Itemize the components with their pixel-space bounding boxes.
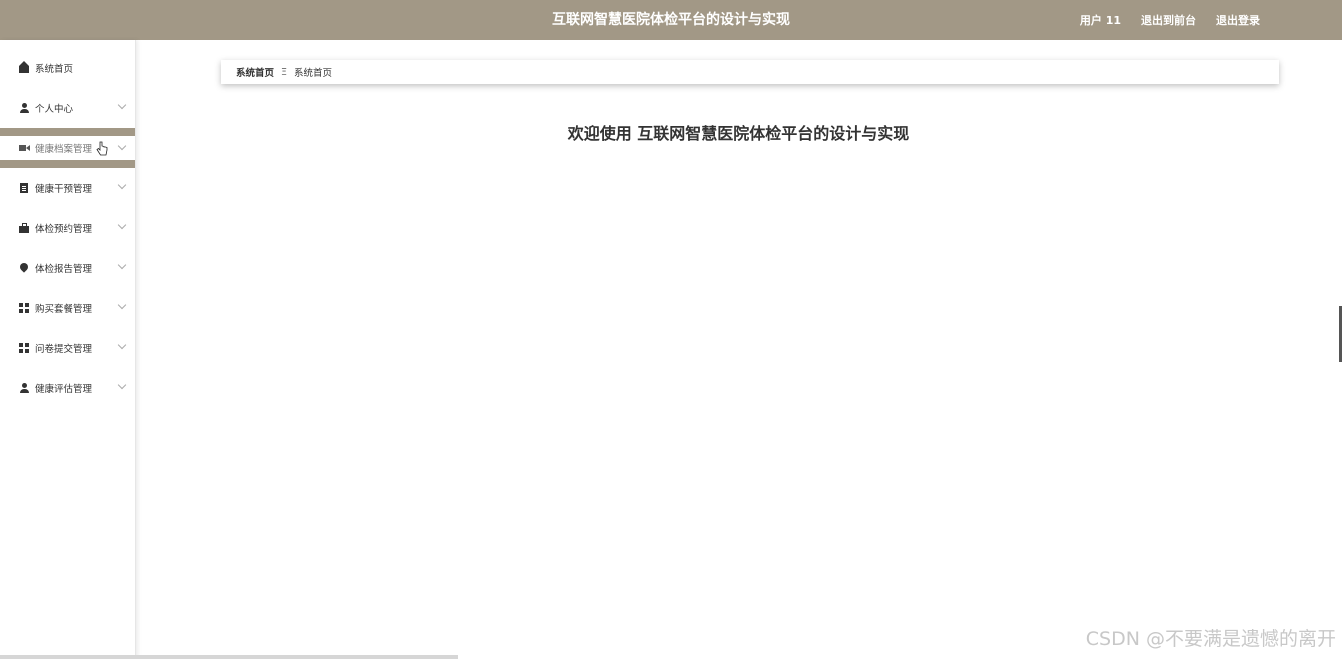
chevron-down-icon <box>117 340 127 350</box>
breadcrumb-home-link[interactable]: 系统首页 <box>236 65 274 79</box>
sidebar-item-questionnaire[interactable]: 问卷提交管理 <box>0 328 135 368</box>
sidebar-item-package-purchase[interactable]: 购买套餐管理 <box>0 288 135 328</box>
chevron-down-icon <box>117 380 127 390</box>
logout-link[interactable]: 退出登录 <box>1216 12 1260 28</box>
sidebar-item-exam-report[interactable]: 体检报告管理 <box>0 248 135 288</box>
sidebar-item-label: 个人中心 <box>35 104 74 115</box>
sidebar-item-label: 系统首页 <box>35 64 74 75</box>
video-icon <box>19 143 30 153</box>
sidebar-item-label: 体检报告管理 <box>35 264 93 275</box>
sidebar-item-label: 购买套餐管理 <box>35 304 93 315</box>
current-user-label[interactable]: 用户 11 <box>1080 12 1121 28</box>
chevron-down-icon <box>117 260 127 270</box>
sidebar-item-label: 体检预约管理 <box>35 224 93 235</box>
briefcase-icon <box>19 223 29 233</box>
grid-icon <box>19 343 29 353</box>
chevron-down-icon <box>117 220 127 230</box>
sidebar-item-home[interactable]: 系统首页 <box>0 48 135 88</box>
top-header-bar: 互联网智慧医院体检平台的设计与实现 用户 11 退出到前台 退出登录 <box>0 0 1342 40</box>
breadcrumb: 系统首页 Ξ 系统首页 <box>221 60 1279 84</box>
map-pin-icon <box>19 263 29 273</box>
grid-icon <box>19 303 29 313</box>
welcome-heading: 欢迎使用 互联网智慧医院体检平台的设计与实现 <box>567 124 910 143</box>
sidebar-item-health-intervention[interactable]: 健康干预管理 <box>0 168 135 208</box>
watermark: CSDN @不要满是遗憾的离开 <box>1085 628 1336 650</box>
chevron-down-icon <box>117 141 127 151</box>
sidebar-item-label: 健康干预管理 <box>35 184 93 195</box>
hand-cursor-icon <box>96 141 108 156</box>
user-icon <box>19 383 29 393</box>
sidebar-item-health-assessment[interactable]: 健康评估管理 <box>0 368 135 408</box>
sidebar-item-exam-booking[interactable]: 体检预约管理 <box>0 208 135 248</box>
sidebar-active-highlight: 健康档案管理 <box>0 128 135 168</box>
horizontal-scrollbar[interactable] <box>0 655 458 659</box>
sidebar-item-label: 问卷提交管理 <box>35 344 93 355</box>
clipboard-icon <box>19 183 29 193</box>
chevron-down-icon <box>117 100 127 110</box>
sidebar-item-label: 健康评估管理 <box>35 384 93 395</box>
user-icon <box>19 103 29 113</box>
sidebar-item-personal-center[interactable]: 个人中心 <box>0 88 135 128</box>
sidebar-item-health-records[interactable]: 健康档案管理 <box>0 136 135 160</box>
sidebar: 系统首页 个人中心 健康档案管理 健康干预管理 体检预约管理 体检报告管理 购买… <box>0 40 136 659</box>
back-to-front-link[interactable]: 退出到前台 <box>1141 12 1196 28</box>
breadcrumb-current: 系统首页 <box>294 68 333 79</box>
sidebar-item-label: 健康档案管理 <box>35 144 93 155</box>
breadcrumb-separator: Ξ <box>281 66 288 78</box>
chevron-down-icon <box>117 180 127 190</box>
home-icon <box>19 61 29 73</box>
top-actions: 用户 11 退出到前台 退出登录 <box>1080 0 1260 40</box>
chevron-down-icon <box>117 300 127 310</box>
